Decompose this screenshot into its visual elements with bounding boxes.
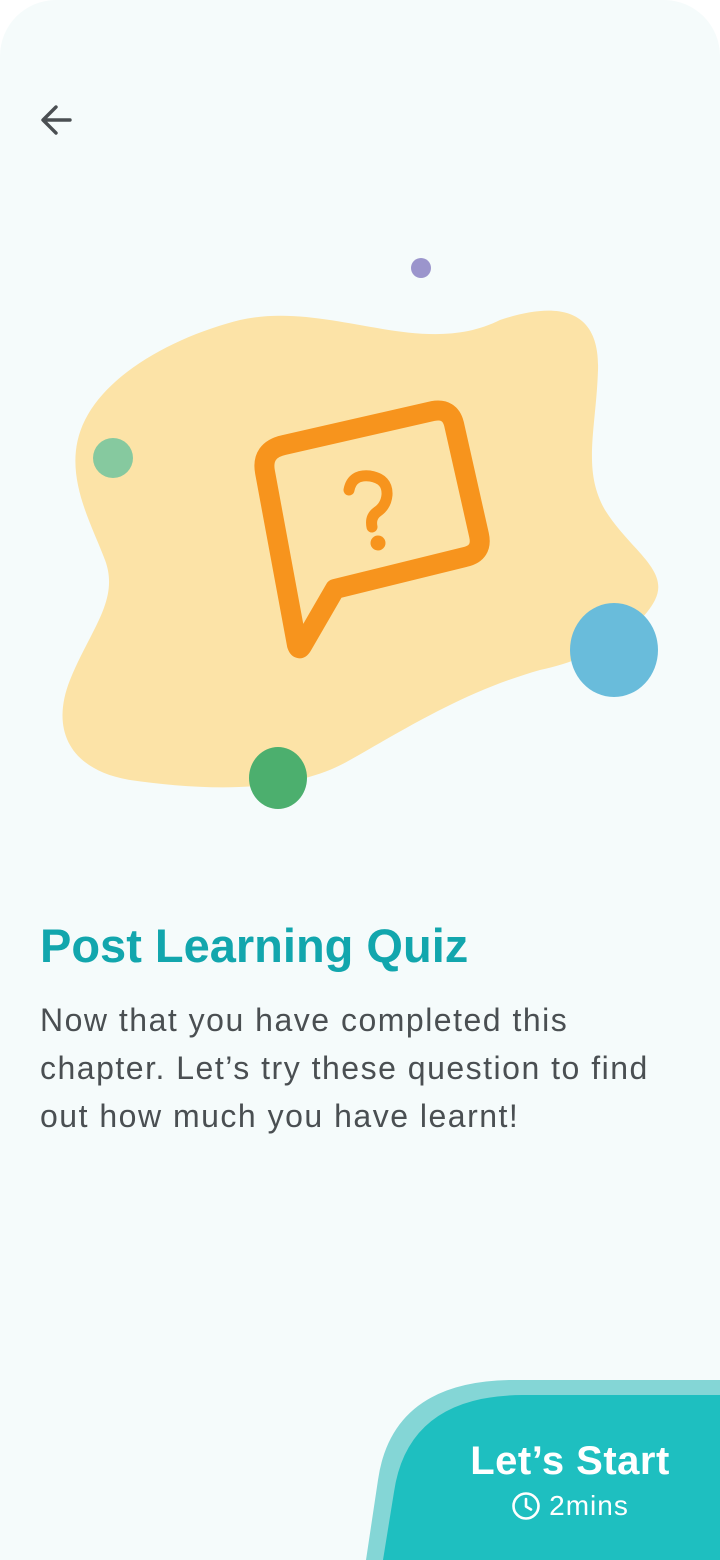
quiz-illustration (62, 258, 659, 809)
duration-text: 2mins (549, 1489, 629, 1521)
arrow-left-icon (41, 105, 72, 135)
decorative-dot-green (249, 747, 307, 809)
decorative-dot-blue (570, 603, 658, 697)
lets-start-button[interactable]: Let’s Start 2mins (440, 1420, 700, 1540)
decorative-dot-purple (411, 258, 431, 278)
back-button[interactable] (30, 94, 82, 146)
background-blob (62, 310, 659, 788)
clock-icon (512, 1491, 540, 1520)
page-title: Post Learning Quiz (40, 919, 469, 972)
page-description: Now that you have completed this chapter… (40, 1002, 649, 1134)
decorative-dot-lightgreen (93, 438, 133, 478)
quiz-duration: 2mins (511, 1490, 629, 1522)
quiz-intro-screen: Post Learning Quiz Now that you have com… (0, 0, 720, 1560)
start-button-label: Let’s Start (470, 1438, 670, 1483)
